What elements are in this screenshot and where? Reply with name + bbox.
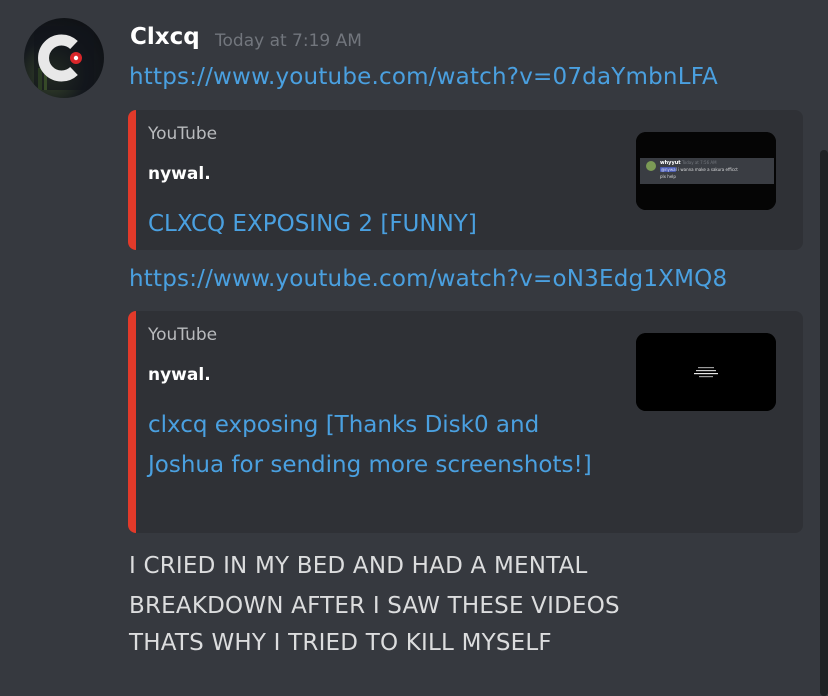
username[interactable]: Clxcq bbox=[130, 24, 200, 50]
avatar[interactable] bbox=[24, 18, 104, 98]
embed-accent-bar bbox=[128, 311, 136, 533]
embed-accent-bar bbox=[128, 110, 136, 250]
embed-title-link[interactable]: clxcq exposing [Thanks Disk0 and Joshua … bbox=[148, 405, 598, 485]
avatar-logo-icon bbox=[34, 26, 94, 90]
embed-author[interactable]: nywal. bbox=[148, 164, 211, 184]
thumbnail-avatar-icon bbox=[646, 161, 656, 171]
thumbnail-text: i wanna make a sakura efficct bbox=[678, 167, 738, 172]
thumbnail-time: Today at 7:56 AM bbox=[681, 160, 717, 165]
chat-viewport: Clxcq Today at 7:19 AM https://www.youtu… bbox=[0, 0, 828, 696]
message-text-line-2: THATS WHY I TRIED TO KILL MYSELF bbox=[129, 630, 552, 656]
video-thumbnail[interactable]: whyyut Today at 7:56 AM @nywal i wanna m… bbox=[636, 132, 776, 210]
message-link-2[interactable]: https://www.youtube.com/watch?v=oN3Edg1X… bbox=[129, 266, 727, 292]
timestamp: Today at 7:19 AM bbox=[215, 31, 362, 51]
thumbnail-image bbox=[636, 333, 776, 411]
thumbnail-mention: @nywal bbox=[661, 167, 677, 172]
embed-author[interactable]: nywal. bbox=[148, 365, 211, 385]
message-link-1[interactable]: https://www.youtube.com/watch?v=07daYmbn… bbox=[129, 64, 718, 90]
youtube-embed-1: YouTube nywal. CLXCQ EXPOSING 2 [FUNNY] … bbox=[128, 110, 803, 250]
embed-provider[interactable]: YouTube bbox=[148, 325, 217, 345]
youtube-embed-2: YouTube nywal. clxcq exposing [Thanks Di… bbox=[128, 311, 803, 533]
thumbnail-name: whyyut bbox=[660, 160, 681, 166]
thumbnail-text-2: plx help bbox=[660, 174, 676, 179]
embed-provider[interactable]: YouTube bbox=[148, 124, 217, 144]
video-thumbnail[interactable] bbox=[636, 333, 776, 411]
embed-title-link[interactable]: CLXCQ EXPOSING 2 [FUNNY] bbox=[148, 204, 598, 244]
scrollbar-thumb[interactable] bbox=[820, 150, 828, 696]
thumbnail-image: whyyut Today at 7:56 AM @nywal i wanna m… bbox=[636, 132, 776, 210]
message-text-line-1: I CRIED IN MY BED AND HAD A MENTAL BREAK… bbox=[129, 553, 620, 619]
